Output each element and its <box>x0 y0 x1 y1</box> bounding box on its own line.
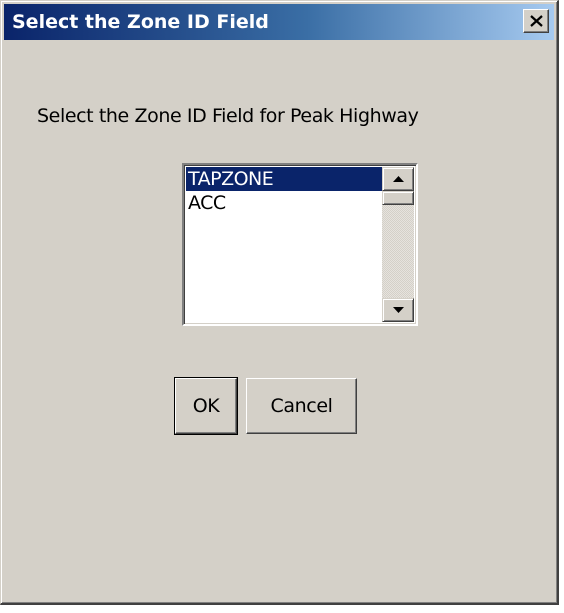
close-button[interactable] <box>523 9 549 33</box>
dialog-window: Select the Zone ID Field Select the Zone… <box>0 0 559 605</box>
vertical-scrollbar[interactable] <box>382 167 414 322</box>
list-item-tapzone[interactable]: TAPZONE <box>186 167 382 191</box>
title-bar[interactable]: Select the Zone ID Field <box>4 4 554 40</box>
scroll-up-button[interactable] <box>382 167 414 191</box>
arrow-up-icon <box>393 176 404 182</box>
prompt-label: Select the Zone ID Field for Peak Highwa… <box>37 105 419 127</box>
scroll-down-button[interactable] <box>382 298 414 322</box>
list-items: TAPZONE ACC <box>186 167 382 215</box>
zone-id-field-listbox[interactable]: TAPZONE ACC <box>182 163 418 326</box>
arrow-down-icon <box>393 307 404 313</box>
scroll-thumb[interactable] <box>382 191 414 205</box>
ok-button[interactable]: OK <box>174 377 238 435</box>
list-item-acc[interactable]: ACC <box>186 191 382 215</box>
close-x-icon <box>530 15 543 27</box>
cancel-button[interactable]: Cancel <box>246 378 357 434</box>
window-title: Select the Zone ID Field <box>12 11 269 33</box>
